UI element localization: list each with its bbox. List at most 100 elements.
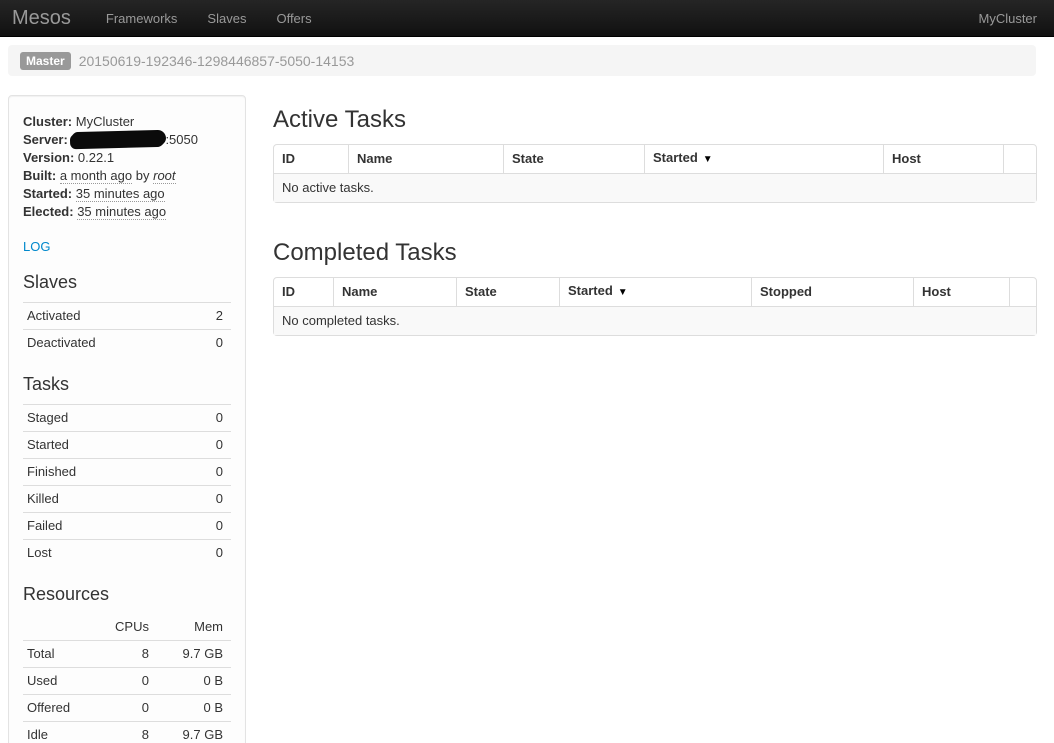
resources-offered-mem: 0 B: [157, 695, 231, 722]
sidebar-panel: Cluster: MyCluster Server: :5050 Version…: [8, 95, 246, 743]
table-header-row: ID Name State Started ▼ Stopped Host: [274, 278, 1036, 307]
tasks-killed-label: Killed: [23, 486, 181, 513]
started-label: Started:: [23, 186, 72, 201]
completed-tasks-header-state[interactable]: State: [456, 278, 559, 307]
completed-tasks-header-id[interactable]: ID: [274, 278, 333, 307]
table-row: Deactivated 0: [23, 330, 231, 357]
version-label: Version:: [23, 150, 74, 165]
server-info-line: Server: :5050: [23, 131, 231, 149]
slaves-deactivated-label: Deactivated: [23, 330, 191, 357]
table-row: Idle 8 9.7 GB: [23, 722, 231, 743]
tasks-finished-value: 0: [181, 459, 231, 486]
table-row: Killed 0: [23, 486, 231, 513]
table-header-row: ID Name State Started ▼ Host: [274, 145, 1036, 174]
resources-section-title: Resources: [23, 582, 231, 606]
built-time: a month ago: [60, 168, 132, 184]
table-row: Used 0 0 B: [23, 668, 231, 695]
resources-total-mem: 9.7 GB: [157, 641, 231, 668]
completed-tasks-title: Completed Tasks: [273, 239, 1035, 267]
table-row: Started 0: [23, 432, 231, 459]
resources-header-blank: [23, 614, 95, 641]
empty-row: No active tasks.: [274, 174, 1036, 202]
nav-item-offers[interactable]: Offers: [261, 1, 326, 36]
log-link[interactable]: LOG: [23, 239, 50, 254]
nav-item-slaves[interactable]: Slaves: [192, 1, 261, 36]
completed-tasks-header-stopped[interactable]: Stopped: [751, 278, 913, 307]
table-row: Lost 0: [23, 540, 231, 567]
server-address-redacted: [71, 131, 165, 148]
master-badge: Master: [20, 52, 71, 70]
tasks-finished-label: Finished: [23, 459, 181, 486]
resources-total-cpus: 8: [95, 641, 157, 668]
started-header-label: Started: [653, 150, 698, 165]
active-tasks-header-blank: [1003, 145, 1036, 174]
active-tasks-header-name[interactable]: Name: [348, 145, 503, 174]
started-header-label: Started: [568, 283, 613, 298]
brand-link-mesos[interactable]: Mesos: [12, 7, 71, 30]
tasks-lost-label: Lost: [23, 540, 181, 567]
page-layout: Cluster: MyCluster Server: :5050 Version…: [8, 95, 1036, 743]
table-row: Offered 0 0 B: [23, 695, 231, 722]
resources-table: CPUs Mem Total 8 9.7 GB Used 0 0 B Offer…: [23, 614, 231, 743]
tasks-failed-value: 0: [181, 513, 231, 540]
table-row: Total 8 9.7 GB: [23, 641, 231, 668]
resources-total-label: Total: [23, 641, 95, 668]
main-content: Active Tasks ID Name State Started ▼ Host…: [273, 95, 1035, 743]
completed-tasks-header-host[interactable]: Host: [913, 278, 1009, 307]
table-header-row: CPUs Mem: [23, 614, 231, 641]
resources-header-mem: Mem: [157, 614, 231, 641]
active-tasks-title: Active Tasks: [273, 106, 1035, 134]
built-user: root: [153, 168, 175, 184]
resources-idle-cpus: 8: [95, 722, 157, 743]
built-label: Built:: [23, 168, 56, 183]
resources-idle-label: Idle: [23, 722, 95, 743]
sort-desc-icon: ▼: [703, 154, 713, 165]
slaves-table: Activated 2 Deactivated 0: [23, 302, 231, 356]
empty-row: No completed tasks.: [274, 307, 1036, 335]
tasks-staged-label: Staged: [23, 405, 181, 432]
slaves-activated-value: 2: [191, 303, 231, 330]
resources-used-mem: 0 B: [157, 668, 231, 695]
built-by: by: [136, 168, 150, 183]
completed-tasks-empty-message: No completed tasks.: [274, 307, 1036, 335]
cluster-value: MyCluster: [76, 114, 135, 129]
server-port: :5050: [165, 132, 198, 147]
tasks-killed-value: 0: [181, 486, 231, 513]
active-tasks-table: ID Name State Started ▼ Host No active ta…: [273, 144, 1037, 203]
active-tasks-header-id[interactable]: ID: [274, 145, 348, 174]
resources-header-cpus: CPUs: [95, 614, 157, 641]
completed-tasks-table: ID Name State Started ▼ Stopped Host No c…: [273, 277, 1037, 336]
resources-used-cpus: 0: [95, 668, 157, 695]
active-tasks-header-state[interactable]: State: [503, 145, 644, 174]
started-info-line: Started: 35 minutes ago: [23, 185, 231, 203]
sort-desc-icon: ▼: [618, 287, 628, 298]
table-row: Failed 0: [23, 513, 231, 540]
resources-offered-label: Offered: [23, 695, 95, 722]
server-label: Server:: [23, 132, 68, 147]
tasks-failed-label: Failed: [23, 513, 181, 540]
nav-item-frameworks[interactable]: Frameworks: [91, 1, 193, 36]
built-info-line: Built: a month ago by root: [23, 167, 231, 185]
elected-time: 35 minutes ago: [77, 204, 166, 220]
completed-tasks-header-blank: [1009, 278, 1036, 307]
version-value: 0.22.1: [78, 150, 114, 165]
navbar-cluster-name: MyCluster: [978, 11, 1042, 26]
master-id: 20150619-192346-1298446857-5050-14153: [79, 53, 355, 69]
version-info-line: Version: 0.22.1: [23, 149, 231, 167]
slaves-deactivated-value: 0: [191, 330, 231, 357]
table-row: Finished 0: [23, 459, 231, 486]
breadcrumb: Master 20150619-192346-1298446857-5050-1…: [8, 45, 1036, 76]
active-tasks-header-started[interactable]: Started ▼: [644, 145, 883, 174]
started-time: 35 minutes ago: [76, 186, 165, 202]
cluster-info-line: Cluster: MyCluster: [23, 113, 231, 131]
tasks-staged-value: 0: [181, 405, 231, 432]
tasks-section-title: Tasks: [23, 372, 231, 396]
active-tasks-empty-message: No active tasks.: [274, 174, 1036, 202]
completed-tasks-header-started[interactable]: Started ▼: [559, 278, 751, 307]
tasks-started-value: 0: [181, 432, 231, 459]
completed-tasks-header-name[interactable]: Name: [333, 278, 456, 307]
elected-label: Elected:: [23, 204, 74, 219]
tasks-started-label: Started: [23, 432, 181, 459]
elected-info-line: Elected: 35 minutes ago: [23, 203, 231, 221]
active-tasks-header-host[interactable]: Host: [883, 145, 1003, 174]
